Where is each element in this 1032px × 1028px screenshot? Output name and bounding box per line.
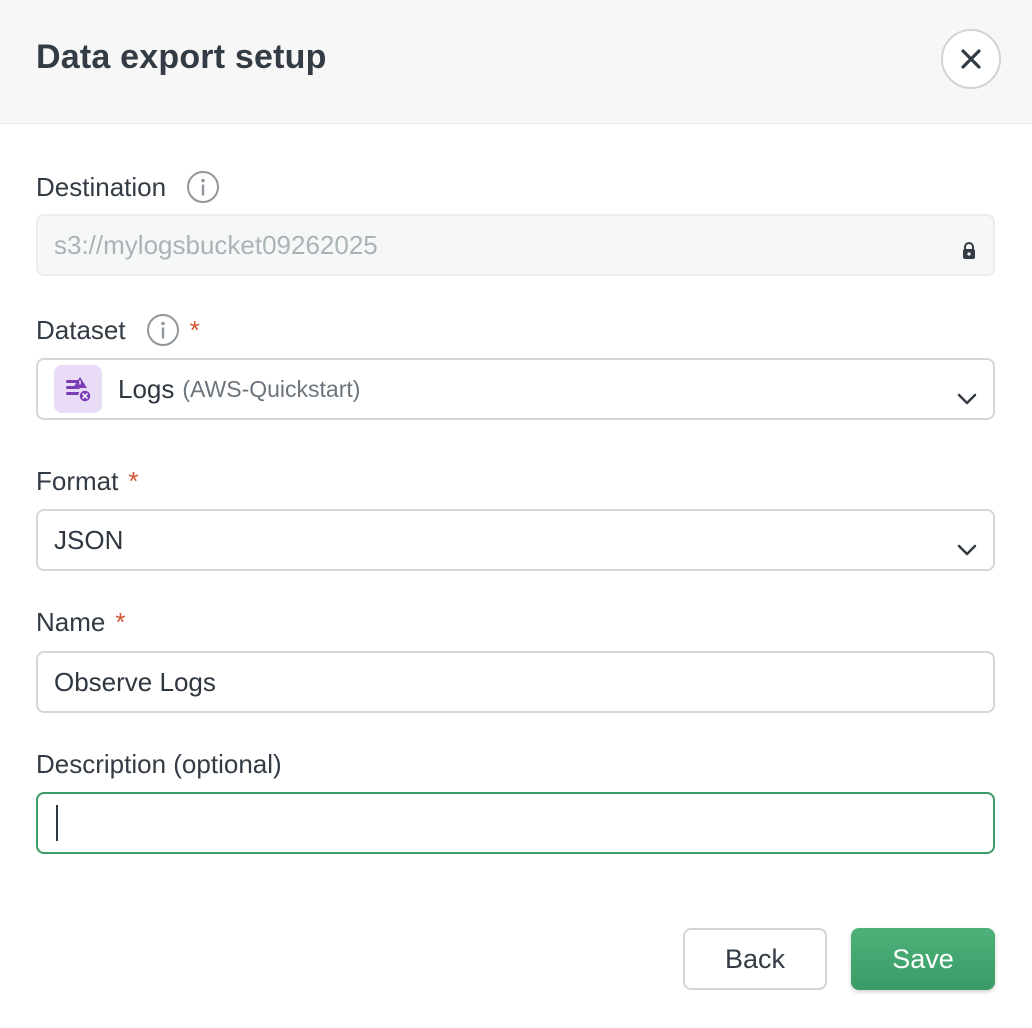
required-marker: * <box>128 466 139 496</box>
name-label-row: Name * <box>36 607 125 638</box>
info-icon[interactable] <box>146 313 180 347</box>
dialog-header: Data export setup <box>0 0 1032 124</box>
format-select[interactable]: JSON <box>36 509 995 571</box>
name-value: Observe Logs <box>54 666 216 697</box>
destination-value: s3://mylogsbucket09262025 <box>54 229 378 260</box>
dataset-logs-icon <box>54 365 102 413</box>
chevron-down-icon <box>957 533 977 564</box>
format-label: Format <box>36 466 119 496</box>
description-label: Description (optional) <box>36 749 282 779</box>
required-marker: * <box>115 607 126 637</box>
dataset-select[interactable]: Logs (AWS-Quickstart) <box>36 358 995 420</box>
data-export-dialog: Data export setup Destination s3://mylog… <box>0 0 1032 1028</box>
format-value: JSON <box>54 524 124 555</box>
destination-field: s3://mylogsbucket09262025 <box>36 214 995 276</box>
close-icon <box>961 49 981 69</box>
dataset-label: Dataset <box>36 314 126 345</box>
required-marker: * <box>189 314 200 345</box>
back-button[interactable]: Back <box>683 928 827 990</box>
description-input[interactable] <box>36 792 995 854</box>
description-label-row: Description (optional) <box>36 749 282 780</box>
format-label-row: Format * <box>36 466 138 497</box>
close-button[interactable] <box>941 29 1001 89</box>
info-icon[interactable] <box>186 170 220 204</box>
lock-icon <box>961 237 977 268</box>
dataset-label-row: Dataset * <box>36 313 200 347</box>
destination-label-row: Destination <box>36 170 220 204</box>
text-cursor <box>56 805 58 841</box>
name-input[interactable]: Observe Logs <box>36 651 995 713</box>
chevron-down-icon <box>957 382 977 413</box>
dialog-title: Data export setup <box>36 38 327 76</box>
destination-label: Destination <box>36 171 167 202</box>
save-button[interactable]: Save <box>851 928 995 990</box>
dataset-source: (AWS-Quickstart) <box>182 375 361 402</box>
name-label: Name <box>36 607 106 637</box>
dataset-name: Logs <box>118 373 175 404</box>
